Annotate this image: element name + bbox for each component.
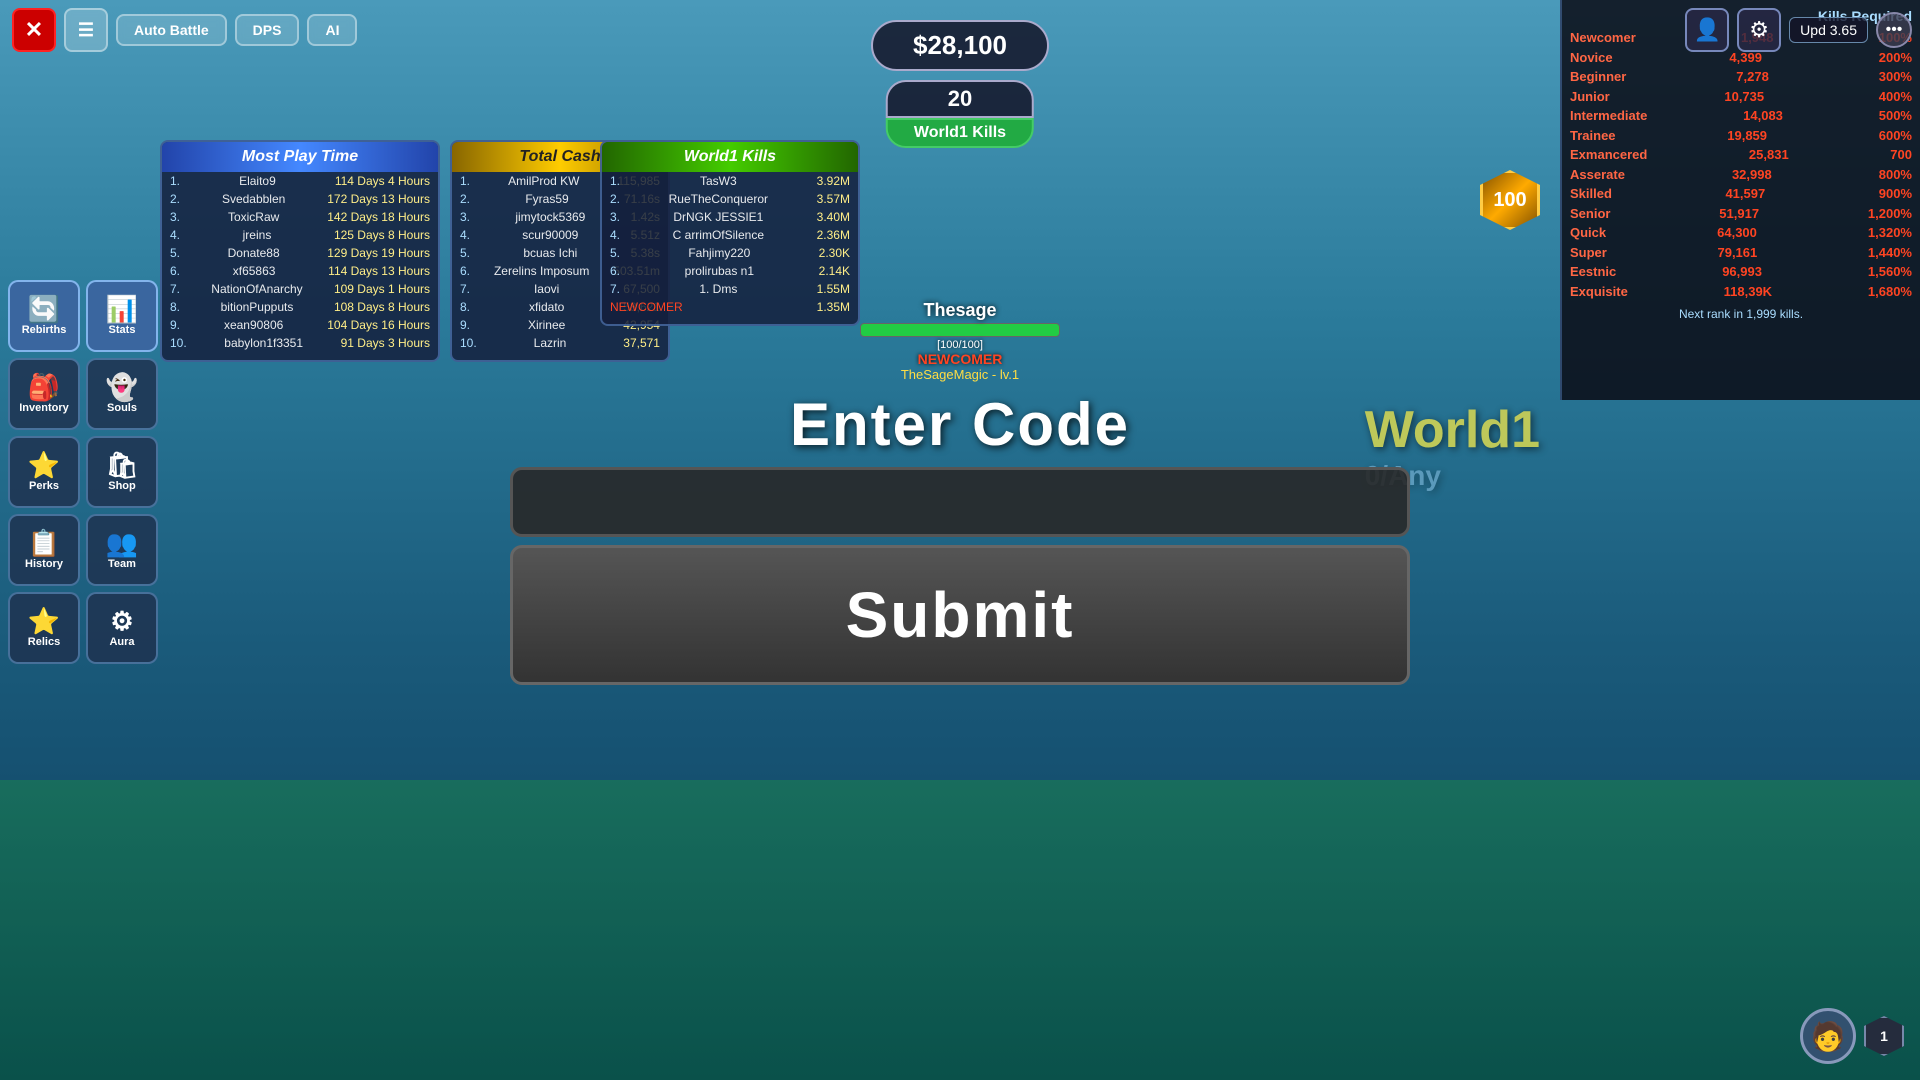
- table-row: 5.Fahjimy2202.30K: [602, 244, 858, 262]
- top-right-controls: 👤 ⚙ Upd 3.65 •••: [1677, 0, 1920, 60]
- table-row: 3.DrNGK JESSIE13.40M: [602, 208, 858, 226]
- sidebar-item-team[interactable]: 👥 Team: [86, 514, 158, 586]
- kill-label: World1 Kills: [886, 118, 1034, 148]
- shop-label: Shop: [108, 480, 136, 492]
- player-sub-label: TheSageMagic - lv.1: [860, 367, 1060, 382]
- table-row: Skilled41,597900%: [1570, 184, 1912, 204]
- table-row: Quick64,3001,320%: [1570, 223, 1912, 243]
- add-user-button[interactable]: 👤: [1685, 8, 1729, 52]
- table-row: 6.xf65863114 Days 13 Hours: [162, 262, 438, 280]
- table-row: 4.jreins125 Days 8 Hours: [162, 226, 438, 244]
- table-row: 1.TasW33.92M: [602, 172, 858, 190]
- auto-battle-button[interactable]: Auto Battle: [116, 14, 227, 46]
- table-row: Asserate32,998800%: [1570, 165, 1912, 185]
- menu-button[interactable]: ☰: [64, 8, 108, 52]
- more-button[interactable]: •••: [1876, 12, 1912, 48]
- relics-icon: ⭐: [28, 608, 60, 634]
- update-badge: Upd 3.65: [1789, 17, 1868, 43]
- slot-badge: 1: [1864, 1016, 1904, 1056]
- souls-icon: 👻: [106, 374, 138, 400]
- table-row: Intermediate14,083500%: [1570, 106, 1912, 126]
- ai-button[interactable]: AI: [307, 14, 357, 46]
- enter-code-title: Enter Code: [510, 390, 1410, 459]
- history-icon: 📋: [28, 530, 60, 556]
- player-rank: NEWCOMER: [860, 351, 1060, 367]
- table-row: Trainee19,859600%: [1570, 126, 1912, 146]
- player-hp-bar: [860, 323, 1060, 337]
- perks-icon: ⭐: [28, 452, 60, 478]
- avatar: 🧑: [1800, 1008, 1856, 1064]
- table-row: Junior10,735400%: [1570, 87, 1912, 107]
- table-row: Exquisite118,39K1,680%: [1570, 282, 1912, 302]
- table-row: 1.Elaito9114 Days 4 Hours: [162, 172, 438, 190]
- enter-code-dialog: Enter Code Submit: [510, 390, 1410, 685]
- perks-label: Perks: [29, 480, 59, 492]
- sidebar-left: 🔄 Rebirths 📊 Stats 🎒 Inventory 👻 Souls ⭐…: [8, 280, 158, 664]
- souls-label: Souls: [107, 402, 137, 414]
- player-nameplate: Thesage [100/100] NEWCOMER TheSageMagic …: [860, 300, 1060, 382]
- inventory-icon: 🎒: [28, 374, 60, 400]
- table-row: 2.RueTheConqueror3.57M: [602, 190, 858, 208]
- most-playtime-header: Most Play Time: [162, 142, 438, 172]
- next-rank-text: Next rank in 1,999 kills.: [1570, 307, 1912, 321]
- sidebar-item-souls[interactable]: 👻 Souls: [86, 358, 158, 430]
- table-row: 10.babylon1f335191 Days 3 Hours: [162, 334, 438, 352]
- enter-code-input[interactable]: [510, 467, 1410, 537]
- world1-kills-header: World1 Kills: [602, 142, 858, 172]
- table-row: Senior51,9171,200%: [1570, 204, 1912, 224]
- inventory-label: Inventory: [19, 402, 69, 414]
- sidebar-item-shop[interactable]: 🛍 Shop: [86, 436, 158, 508]
- table-row: 3.ToxicRaw142 Days 18 Hours: [162, 208, 438, 226]
- table-row: 5.Donate88129 Days 19 Hours: [162, 244, 438, 262]
- table-row: Beginner7,278300%: [1570, 67, 1912, 87]
- kill-counter: 20 World1 Kills: [886, 80, 1034, 148]
- aura-icon: ⚙: [110, 608, 133, 634]
- sidebar-item-history[interactable]: 📋 History: [8, 514, 80, 586]
- table-row: 7.1. Dms1.55M: [602, 280, 858, 298]
- rebirths-icon: 🔄: [28, 296, 60, 322]
- table-row: 2.Svedabblen172 Days 13 Hours: [162, 190, 438, 208]
- history-label: History: [25, 558, 63, 570]
- player-hp-fill: [861, 324, 1059, 336]
- sidebar-item-perks[interactable]: ⭐ Perks: [8, 436, 80, 508]
- table-row: Exmancered25,831700: [1570, 145, 1912, 165]
- rebirths-label: Rebirths: [22, 324, 67, 336]
- bottom-right: 🧑 1: [1800, 1008, 1904, 1064]
- submit-button[interactable]: Submit: [510, 545, 1410, 685]
- stats-icon: 📊: [106, 296, 138, 322]
- table-row: 9.xean90806104 Days 16 Hours: [162, 316, 438, 334]
- world1-kills-panel: World1 Kills 1.TasW33.92M 2.RueTheConque…: [600, 140, 860, 326]
- kills-required-panel: Kills Required Newcomer1,948100% Novice4…: [1560, 0, 1920, 400]
- sidebar-item-rebirths[interactable]: 🔄 Rebirths: [8, 280, 80, 352]
- table-row: Eestnic96,9931,560%: [1570, 262, 1912, 282]
- team-icon: 👥: [106, 530, 138, 556]
- most-playtime-panel: Most Play Time 1.Elaito9114 Days 4 Hours…: [160, 140, 440, 362]
- kill-number: 20: [886, 80, 1034, 118]
- roblox-button[interactable]: ✕: [12, 8, 56, 52]
- table-row: 10.Lazrin37,571: [452, 334, 668, 352]
- relics-label: Relics: [28, 636, 60, 648]
- aura-label: Aura: [109, 636, 134, 648]
- table-row: NEWCOMER1.35M: [602, 298, 858, 316]
- table-row: 6.prolirubas n12.14K: [602, 262, 858, 280]
- sidebar-item-stats[interactable]: 📊 Stats: [86, 280, 158, 352]
- sidebar-item-relics[interactable]: ⭐ Relics: [8, 592, 80, 664]
- table-row: Super79,1611,440%: [1570, 243, 1912, 263]
- player-name: Thesage: [860, 300, 1060, 321]
- dps-button[interactable]: DPS: [235, 14, 300, 46]
- sidebar-item-aura[interactable]: ⚙ Aura: [86, 592, 158, 664]
- sidebar-item-inventory[interactable]: 🎒 Inventory: [8, 358, 80, 430]
- table-row: 8.bitionPupputs108 Days 8 Hours: [162, 298, 438, 316]
- table-row: 7.NationOfAnarchy109 Days 1 Hours: [162, 280, 438, 298]
- stats-label: Stats: [109, 324, 136, 336]
- gear-button[interactable]: ⚙: [1737, 8, 1781, 52]
- team-label: Team: [108, 558, 136, 570]
- table-row: 4.C arrimOfSilence2.36M: [602, 226, 858, 244]
- currency-display: $28,100: [871, 20, 1049, 71]
- player-hp-text: [100/100]: [860, 339, 1060, 351]
- shop-icon: 🛍: [105, 452, 138, 478]
